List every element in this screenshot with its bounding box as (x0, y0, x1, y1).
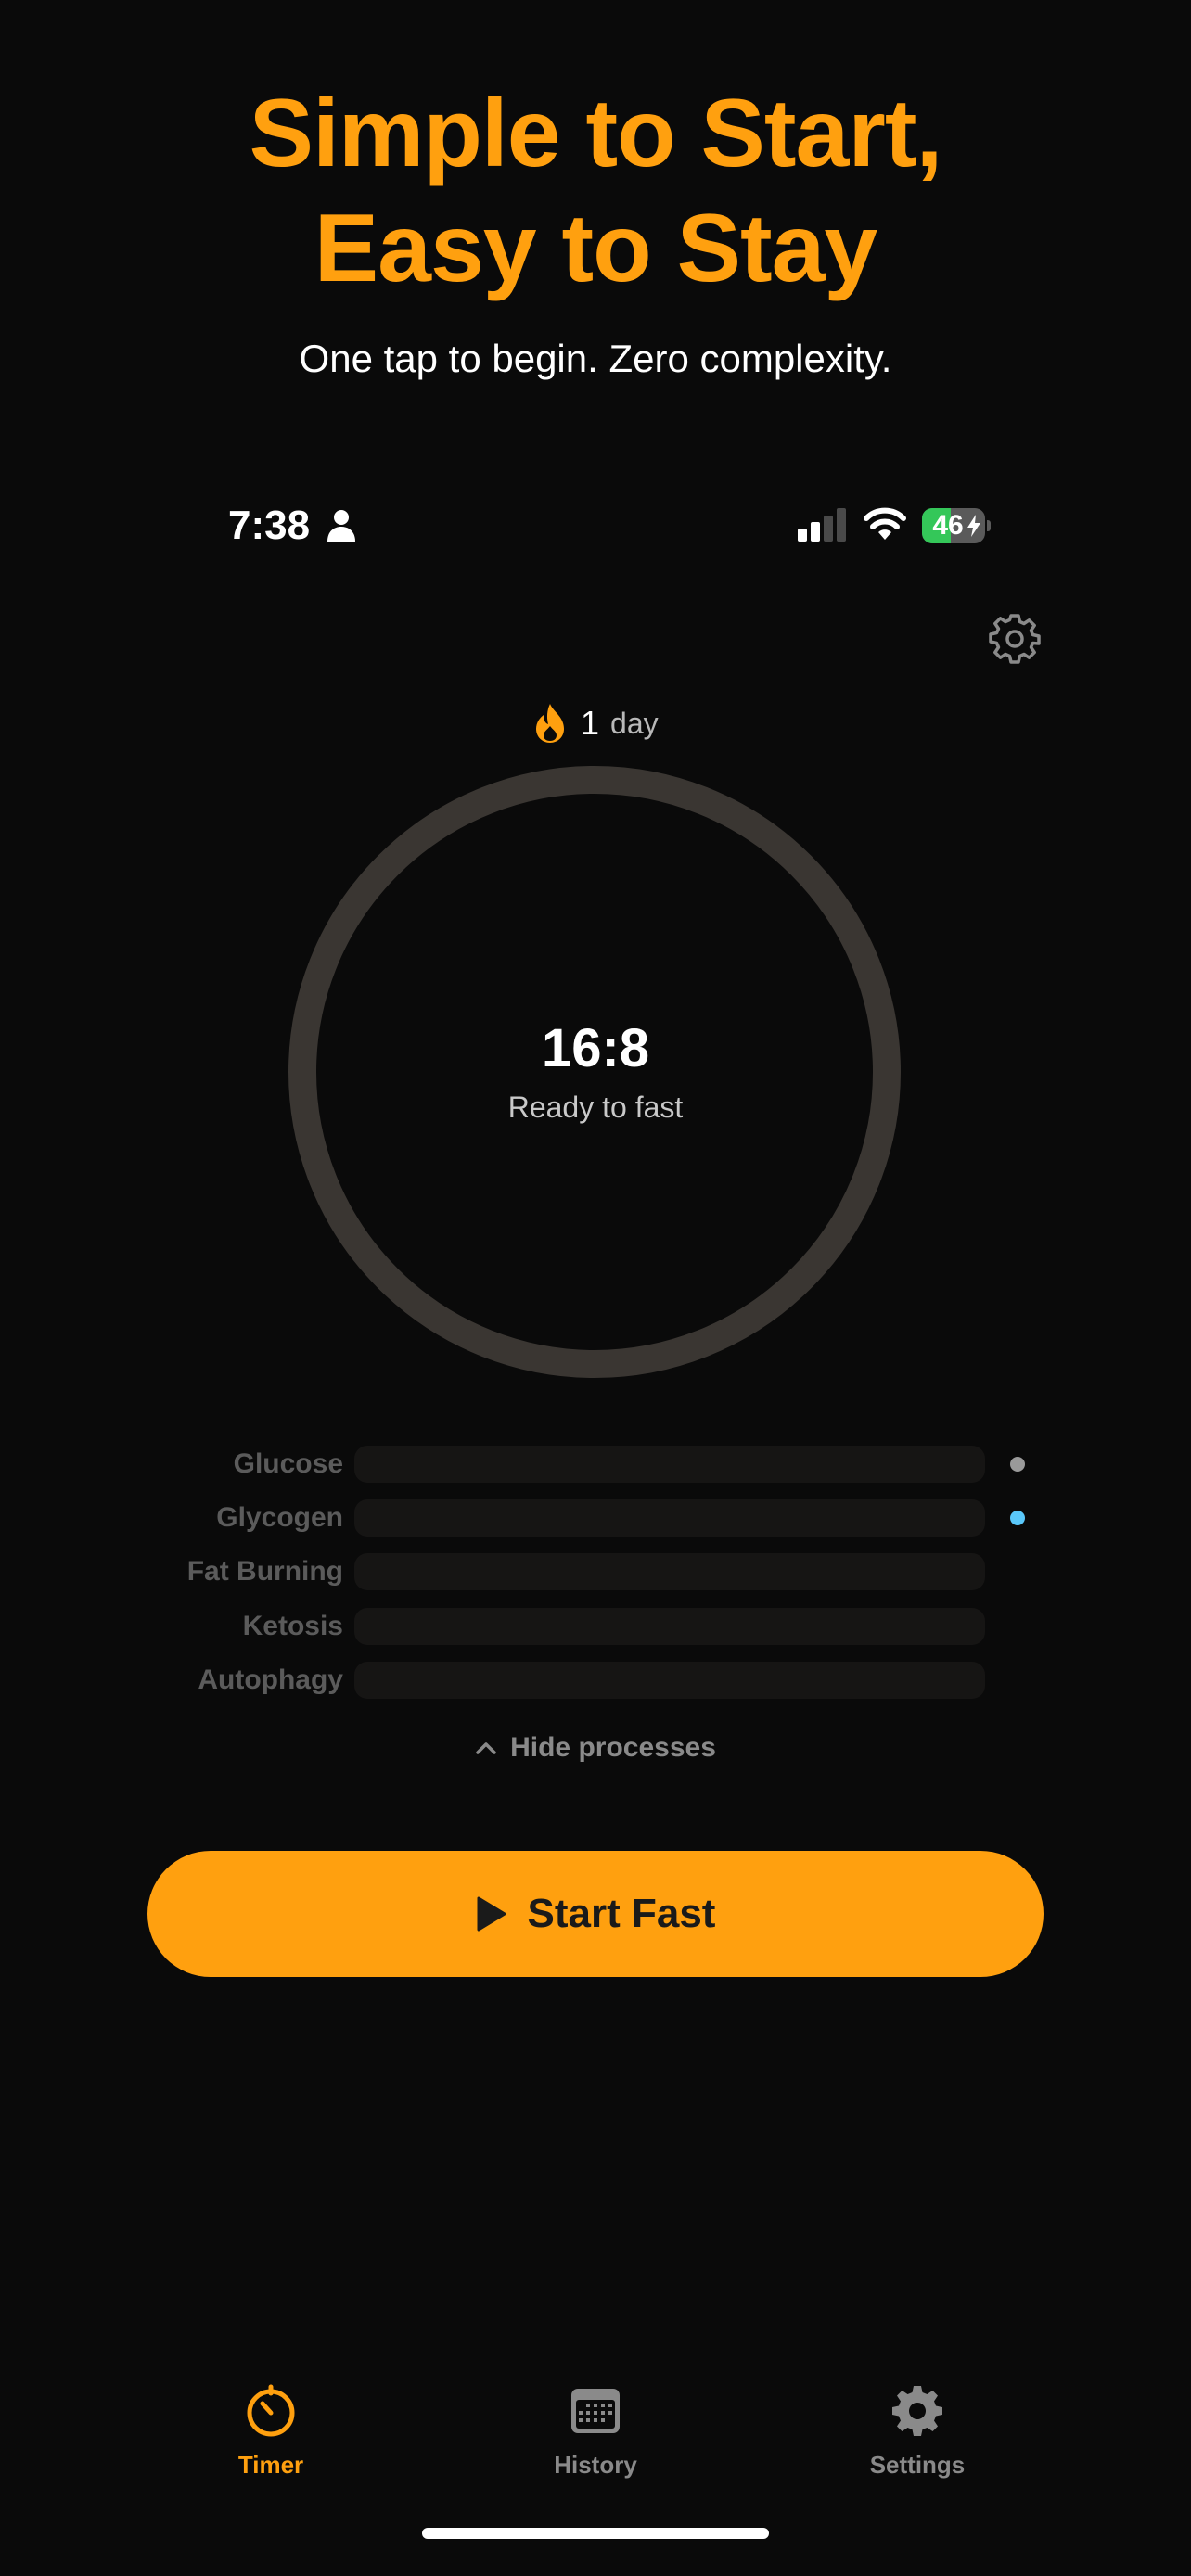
charging-bolt-icon (967, 515, 980, 537)
process-indicator-dot (1010, 1457, 1025, 1472)
tab-history-label: History (554, 2451, 637, 2479)
headline-line-2: Easy to Stay (314, 195, 878, 302)
tab-history[interactable]: History (456, 2383, 735, 2485)
app-screen: Simple to Start, Easy to Stay One tap to… (0, 0, 1191, 2576)
timer-icon (247, 2384, 295, 2437)
process-bar (354, 1553, 985, 1590)
process-bar (354, 1662, 985, 1699)
fasting-protocol-label: 16:8 (541, 1018, 650, 1078)
play-icon (477, 1896, 506, 1932)
battery-cap (987, 520, 991, 531)
start-fast-button[interactable]: Start Fast (147, 1851, 1044, 1977)
process-bar (354, 1446, 985, 1483)
fasting-status-label: Ready to fast (507, 1090, 684, 1124)
process-label: Autophagy (198, 1664, 343, 1695)
process-bar (354, 1608, 985, 1645)
process-row-ketosis: Ketosis (0, 1607, 1191, 1646)
streak-unit: day (610, 706, 659, 740)
wifi-icon (864, 507, 906, 540)
streak-count: 1 (581, 704, 600, 742)
process-indicator-dot (1010, 1511, 1025, 1525)
process-label: Glucose (233, 1448, 343, 1479)
status-bar-time: 7:38 (228, 503, 311, 548)
start-fast-label: Start Fast (527, 1891, 716, 1936)
flame-icon (536, 704, 564, 743)
process-label: Ketosis (242, 1611, 343, 1641)
tab-timer[interactable]: Timer (132, 2383, 410, 2485)
process-bar (354, 1499, 985, 1537)
battery-charging-icon: 46 (922, 508, 991, 543)
marketing-headline: Simple to Start, Easy to Stay (0, 76, 1191, 306)
cellular-signal-icon (798, 508, 846, 542)
streak-counter: 1 day (532, 697, 659, 749)
headline-line-1: Simple to Start, (249, 80, 943, 187)
home-indicator[interactable] (422, 2528, 769, 2539)
battery-body: 46 (922, 508, 985, 543)
gear-icon (892, 2386, 942, 2436)
process-row-fat-burning: Fat Burning (0, 1552, 1191, 1591)
process-row-glycogen: Glycogen (0, 1498, 1191, 1537)
tab-timer-label: Timer (237, 2451, 304, 2479)
marketing-subtitle: One tap to begin. Zero complexity. (299, 337, 892, 380)
hide-processes-button[interactable]: Hide processes (0, 1725, 1191, 1771)
hide-processes-label: Hide processes (510, 1732, 716, 1763)
settings-gear-icon[interactable] (989, 612, 1041, 664)
chevron-up-icon (476, 1742, 496, 1754)
process-label: Fat Burning (186, 1556, 343, 1587)
tab-settings-label: Settings (869, 2451, 966, 2479)
process-row-autophagy: Autophagy (0, 1661, 1191, 1700)
tab-settings[interactable]: Settings (778, 2383, 1057, 2485)
person-icon (327, 510, 355, 542)
process-row-glucose: Glucose (0, 1445, 1191, 1484)
process-label: Glycogen (216, 1502, 343, 1533)
calendar-icon (571, 2389, 620, 2433)
